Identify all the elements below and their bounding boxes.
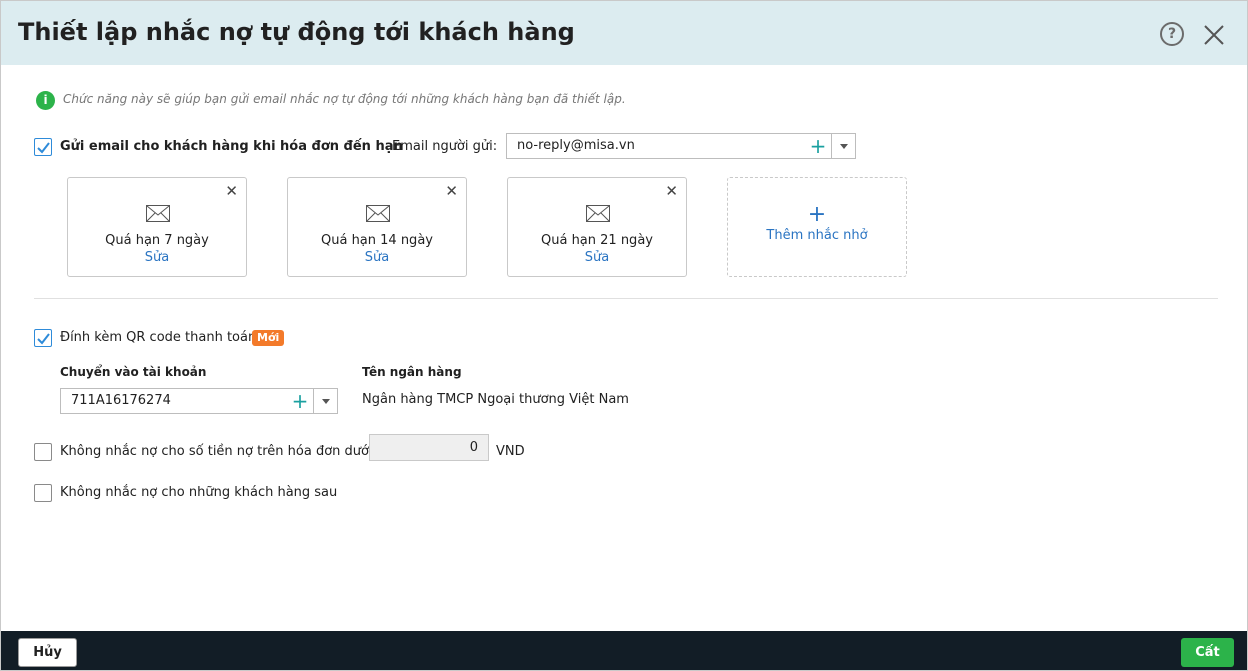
new-badge: Mới: [252, 330, 285, 346]
sender-email-combo[interactable]: no-reply@misa.vn +: [506, 133, 856, 159]
close-icon[interactable]: [1202, 23, 1226, 47]
account-label: Chuyển vào tài khoản: [60, 365, 207, 379]
dialog-title: Thiết lập nhắc nợ tự động tới khách hàng: [18, 18, 575, 46]
account-value: 711A16176274: [71, 393, 171, 408]
remove-reminder-icon[interactable]: ✕: [225, 182, 238, 200]
plus-icon: +: [807, 202, 827, 227]
attach-qr-checkbox[interactable]: [34, 329, 52, 347]
save-button[interactable]: Cất: [1181, 638, 1234, 667]
send-email-label: Gửi email cho khách hàng khi hóa đơn đến…: [60, 139, 403, 154]
reminder-name: Quá hạn 14 ngày: [321, 233, 433, 248]
add-reminder-button[interactable]: + Thêm nhắc nhở: [727, 177, 907, 277]
currency-label: VND: [496, 444, 525, 459]
edit-reminder-link[interactable]: Sửa: [288, 250, 466, 265]
edit-reminder-link[interactable]: Sửa: [508, 250, 686, 265]
min-amount-value: 0: [469, 440, 478, 455]
bank-label: Tên ngân hàng: [362, 365, 462, 379]
add-account-icon[interactable]: +: [289, 390, 311, 412]
edit-reminder-link[interactable]: Sửa: [68, 250, 246, 265]
check-icon: [37, 142, 50, 154]
remove-reminder-icon[interactable]: ✕: [665, 182, 678, 200]
sender-email-value: no-reply@misa.vn: [517, 138, 635, 153]
check-icon: [37, 333, 50, 345]
reminder-card-7: ✕ Quá hạn 7 ngày Sửa: [67, 177, 247, 277]
dialog-footer: Hủy Cất: [1, 631, 1247, 670]
add-reminder-label: Thêm nhắc nhở: [766, 228, 868, 243]
bank-value: Ngân hàng TMCP Ngoại thương Việt Nam: [362, 392, 629, 407]
exclude-customers-checkbox[interactable]: [34, 484, 52, 502]
add-sender-icon[interactable]: +: [807, 135, 829, 157]
remove-reminder-icon[interactable]: ✕: [445, 182, 458, 200]
reminder-settings-dialog: Thiết lập nhắc nợ tự động tới khách hàng…: [0, 0, 1248, 671]
reminder-card-21: ✕ Quá hạn 21 ngày Sửa: [507, 177, 687, 277]
reminder-name: Quá hạn 7 ngày: [105, 233, 209, 248]
sender-email-label: Email người gửi:: [392, 139, 498, 154]
chevron-down-icon[interactable]: [314, 389, 338, 413]
dialog-header: Thiết lập nhắc nợ tự động tới khách hàng…: [1, 1, 1247, 65]
min-amount-label: Không nhắc nợ cho số tiền nợ trên hóa đơ…: [60, 444, 373, 459]
mail-icon: [146, 205, 170, 226]
mail-icon: [586, 205, 610, 226]
reminder-card-14: ✕ Quá hạn 14 ngày Sửa: [287, 177, 467, 277]
info-icon: i: [36, 91, 55, 110]
help-icon[interactable]: ?: [1160, 22, 1184, 46]
exclude-customers-label: Không nhắc nợ cho những khách hàng sau: [60, 485, 338, 500]
cancel-button[interactable]: Hủy: [18, 638, 77, 667]
section-divider: [34, 298, 1218, 299]
chevron-down-icon[interactable]: [832, 134, 856, 158]
reminder-name: Quá hạn 21 ngày: [541, 233, 653, 248]
min-amount-checkbox[interactable]: [34, 443, 52, 461]
min-amount-input[interactable]: 0: [369, 434, 489, 461]
info-text: Chức năng này sẽ giúp bạn gửi email nhắc…: [63, 92, 626, 106]
account-combo[interactable]: 711A16176274 +: [60, 388, 338, 414]
attach-qr-label: Đính kèm QR code thanh toán: [60, 330, 257, 345]
mail-icon: [366, 205, 390, 226]
send-email-checkbox[interactable]: [34, 138, 52, 156]
